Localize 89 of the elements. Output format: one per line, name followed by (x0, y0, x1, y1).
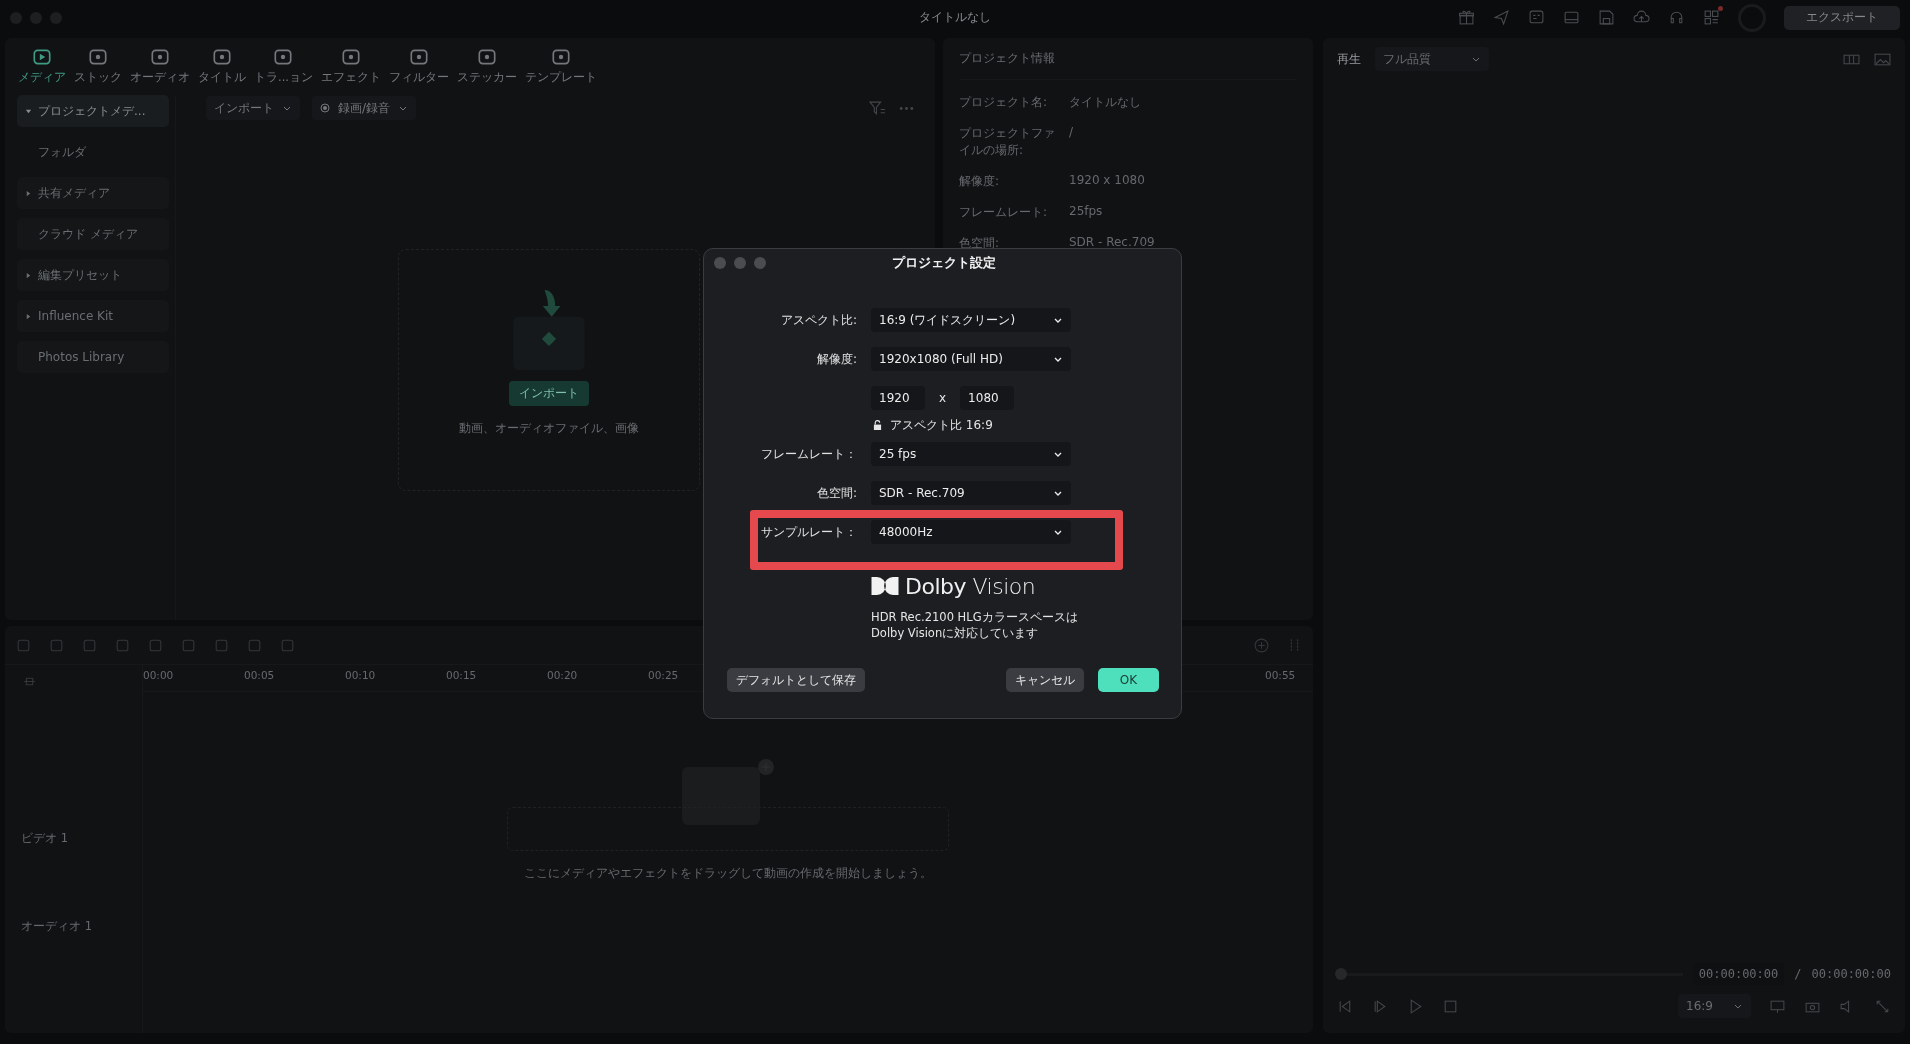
info-label: 解像度: (959, 173, 1001, 190)
settings-dropdown[interactable]: SDR - Rec.709 (871, 481, 1071, 505)
sidebar-item[interactable]: クラウド メディア (17, 218, 169, 250)
height-field[interactable]: 1080 (960, 386, 1015, 410)
ruler-time: 00:25 (648, 669, 680, 683)
time-separator: / (1794, 967, 1802, 981)
dolby-note: HDR Rec.2100 HLGカラースペースは (871, 609, 1078, 625)
apps-icon[interactable] (1703, 9, 1720, 26)
record-dropdown[interactable]: 録画/録音 (312, 96, 417, 120)
filter-icon[interactable] (869, 99, 886, 117)
sidebar-item[interactable]: 共有メディア (17, 177, 169, 209)
ruler-time: 00:15 (446, 669, 478, 683)
media-tab[interactable]: タイトル (195, 46, 249, 85)
settings-dropdown[interactable]: 48000Hz (871, 520, 1071, 544)
sidebar-item[interactable]: Photos Library (17, 341, 169, 373)
media-tab[interactable]: エフェクト (317, 46, 384, 85)
settings-dropdown[interactable]: 16:9 (ワイドスクリーン) (871, 308, 1071, 332)
field-label: 色空間: (815, 484, 858, 502)
field-label: サンプルレート： (760, 523, 858, 541)
info-value: SDR - Rec.709 (1069, 235, 1155, 251)
media-tab[interactable]: フィルター (385, 46, 452, 85)
sidebar-item[interactable]: Influence Kit (17, 300, 169, 332)
settings-dropdown[interactable]: 25 fps (871, 442, 1071, 466)
window-zoom-button[interactable] (754, 257, 766, 269)
track-label: ビデオ 1 (21, 830, 69, 847)
unlock-icon[interactable] (873, 419, 882, 431)
media-tab[interactable]: トラ...ョン (251, 46, 316, 85)
size-separator: x (939, 391, 947, 405)
ruler-time: 00:05 (244, 669, 276, 683)
media-tab[interactable]: テンプレート (521, 46, 600, 85)
triangle-icon[interactable] (25, 271, 32, 279)
triangle-icon[interactable] (25, 312, 32, 320)
dialog-title: プロジェクト設定 (891, 254, 997, 272)
track-label: オーディオ 1 (21, 918, 93, 935)
layout-icon[interactable] (1563, 9, 1580, 26)
field-label: フレームレート： (760, 445, 858, 463)
import-hint: 動画、オーディオファイル、画像 (459, 420, 639, 437)
window-minimize-button[interactable] (734, 257, 746, 269)
dialog-button[interactable]: キャンセル (1006, 668, 1084, 692)
headset-icon[interactable] (1668, 9, 1685, 26)
record-icon (320, 103, 330, 113)
timeline-hint: ここにメディアやエフェクトをドラッグして動画の作成を開始しましょう。 (524, 865, 932, 882)
settings-dropdown[interactable]: 1920x1080 (Full HD) (871, 347, 1071, 371)
ruler-time: 00:20 (547, 669, 579, 683)
export-button[interactable]: エクスポート (1784, 5, 1900, 30)
dolby-logo-icon (871, 577, 899, 595)
zoom-in-icon[interactable] (1253, 636, 1270, 654)
ruler-time: 00:55 (1265, 669, 1297, 683)
dolby-vision-logo: Dolby Vision (905, 573, 1036, 599)
window-title: タイトルなし (918, 9, 992, 26)
media-tab[interactable]: オーディオ (127, 46, 193, 85)
ratio-dropdown[interactable]: 16:9 (1678, 994, 1751, 1018)
sidebar-item[interactable]: フォルダ (17, 136, 169, 168)
info-label: 色空間: (959, 235, 1001, 252)
info-value: / (1069, 125, 1074, 141)
gift-icon[interactable] (1458, 9, 1475, 26)
window-close-button[interactable] (714, 257, 726, 269)
ruler-time: 00:10 (345, 669, 377, 683)
triangle-icon[interactable] (25, 107, 32, 115)
aspect-lock-label: アスペクト比 16:9 (890, 416, 993, 434)
quality-dropdown[interactable]: フル品質 (1375, 47, 1489, 71)
info-label: プロジェクト名: (959, 94, 1049, 111)
save-icon[interactable] (1598, 9, 1615, 26)
info-value: タイトルなし (1069, 94, 1141, 111)
dolby-note: Dolby Visionに対応しています (871, 625, 1040, 641)
import-drop-zone[interactable]: インポート 動画、オーディオファイル、画像 (398, 249, 700, 491)
dialog-button[interactable]: OK (1098, 668, 1159, 692)
panel-title: プロジェクト情報 (959, 50, 1297, 80)
field-label: アスペクト比: (779, 311, 858, 329)
triangle-icon[interactable] (25, 189, 32, 197)
ruler-time: 00:00 (143, 669, 175, 683)
import-dropdown[interactable]: インポート (206, 96, 300, 120)
import-button[interactable]: インポート (509, 381, 589, 406)
info-label: プロジェクトファイルの場所: (959, 125, 1056, 159)
total-time: 00:00:00:00 (1811, 967, 1891, 981)
player-title: 再生 (1337, 50, 1361, 68)
media-tab[interactable]: メディア (15, 46, 69, 85)
width-field[interactable]: 1920 (871, 386, 925, 410)
media-tab[interactable]: ステッカー (453, 46, 520, 85)
info-label: フレームレート: (959, 204, 1049, 221)
subtitle-icon[interactable] (1528, 9, 1545, 26)
field-label: 解像度: (815, 350, 858, 368)
media-tab[interactable]: ストック (71, 46, 125, 85)
dialog-button[interactable]: デフォルトとして保存 (727, 668, 865, 692)
info-value: 25fps (1069, 204, 1103, 220)
info-value: 1920 x 1080 (1069, 173, 1145, 189)
sidebar-item[interactable]: 編集プリセット (17, 259, 169, 291)
paper-plane-icon[interactable] (1493, 9, 1510, 26)
sidebar-item[interactable]: プロジェクトメデ... (17, 95, 169, 127)
